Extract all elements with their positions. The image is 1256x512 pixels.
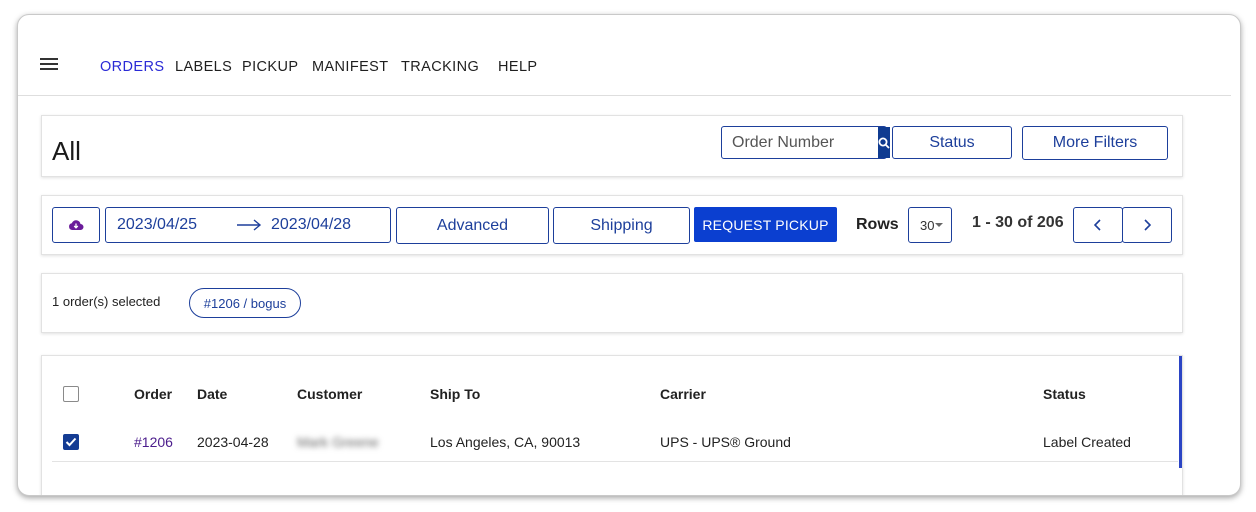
customer-name: Mark Greene xyxy=(297,434,379,450)
row-divider xyxy=(52,461,1178,462)
column-header-customer[interactable]: Customer xyxy=(297,386,362,402)
caret-down-icon xyxy=(935,223,944,227)
order-number-input[interactable] xyxy=(722,127,878,158)
rows-value: 30 xyxy=(920,217,935,233)
nav-help[interactable]: HELP xyxy=(498,59,537,75)
order-search xyxy=(721,126,890,159)
checkmark-icon xyxy=(65,437,77,447)
selection-count: 1 order(s) selected xyxy=(52,294,161,309)
toolbar-card: 2023/04/25 2023/04/28 Advanced Shipping … xyxy=(41,195,1183,255)
search-icon xyxy=(878,137,890,149)
next-page-button[interactable] xyxy=(1122,207,1172,243)
order-status: Label Created xyxy=(1043,434,1131,450)
search-button[interactable] xyxy=(878,127,890,158)
selected-order-chip[interactable]: #1206 / bogus xyxy=(189,288,301,318)
shipping-button[interactable]: Shipping xyxy=(553,207,690,244)
date-range-picker[interactable]: 2023/04/25 2023/04/28 xyxy=(105,207,391,243)
previous-page-button[interactable] xyxy=(1073,207,1123,243)
pagination-info: 1 - 30 of 206 xyxy=(972,214,1064,231)
status-filter-button[interactable]: Status xyxy=(892,126,1012,159)
menu-icon[interactable] xyxy=(40,58,58,70)
more-filters-button[interactable]: More Filters xyxy=(1022,126,1168,160)
carrier: UPS - UPS® Ground xyxy=(660,434,791,450)
page-title: All xyxy=(52,136,81,166)
column-header-carrier[interactable]: Carrier xyxy=(660,386,706,402)
rows-per-page-select[interactable]: 30 xyxy=(908,207,952,243)
nav-tracking[interactable]: TRACKING xyxy=(401,59,479,75)
column-header-date[interactable]: Date xyxy=(197,386,227,402)
request-pickup-button[interactable]: REQUEST PICKUP xyxy=(694,207,837,242)
header-card: All Status More Filters xyxy=(41,115,1183,177)
arrow-right-icon xyxy=(237,219,262,231)
scrollbar[interactable] xyxy=(1179,356,1182,468)
select-all-checkbox[interactable] xyxy=(63,386,79,402)
column-header-ship-to[interactable]: Ship To xyxy=(430,386,480,402)
orders-table: Order Date Customer Ship To Carrier Stat… xyxy=(41,355,1183,495)
advanced-button[interactable]: Advanced xyxy=(396,207,549,244)
nav-pickup[interactable]: PICKUP xyxy=(242,59,298,75)
top-navigation: ORDERS LABELS PICKUP MANIFEST TRACKING H… xyxy=(18,15,1231,96)
ship-to: Los Angeles, CA, 90013 xyxy=(430,434,581,450)
row-checkbox[interactable] xyxy=(63,434,79,450)
rows-label: Rows xyxy=(856,216,899,233)
nav-labels[interactable]: LABELS xyxy=(175,59,232,75)
chevron-right-icon xyxy=(1144,219,1151,231)
date-to[interactable]: 2023/04/28 xyxy=(271,216,351,234)
order-link[interactable]: #1206 xyxy=(134,434,173,450)
date-from[interactable]: 2023/04/25 xyxy=(117,216,197,234)
chevron-left-icon xyxy=(1094,219,1101,231)
column-header-order[interactable]: Order xyxy=(134,386,172,402)
nav-orders[interactable]: ORDERS xyxy=(100,59,164,75)
nav-manifest[interactable]: MANIFEST xyxy=(312,59,389,75)
order-date: 2023-04-28 xyxy=(197,434,269,450)
column-header-status[interactable]: Status xyxy=(1043,386,1086,402)
app-window: ORDERS LABELS PICKUP MANIFEST TRACKING H… xyxy=(17,14,1241,496)
cloud-download-icon xyxy=(69,220,84,230)
selection-card: 1 order(s) selected #1206 / bogus xyxy=(41,273,1183,333)
download-button[interactable] xyxy=(52,207,100,243)
